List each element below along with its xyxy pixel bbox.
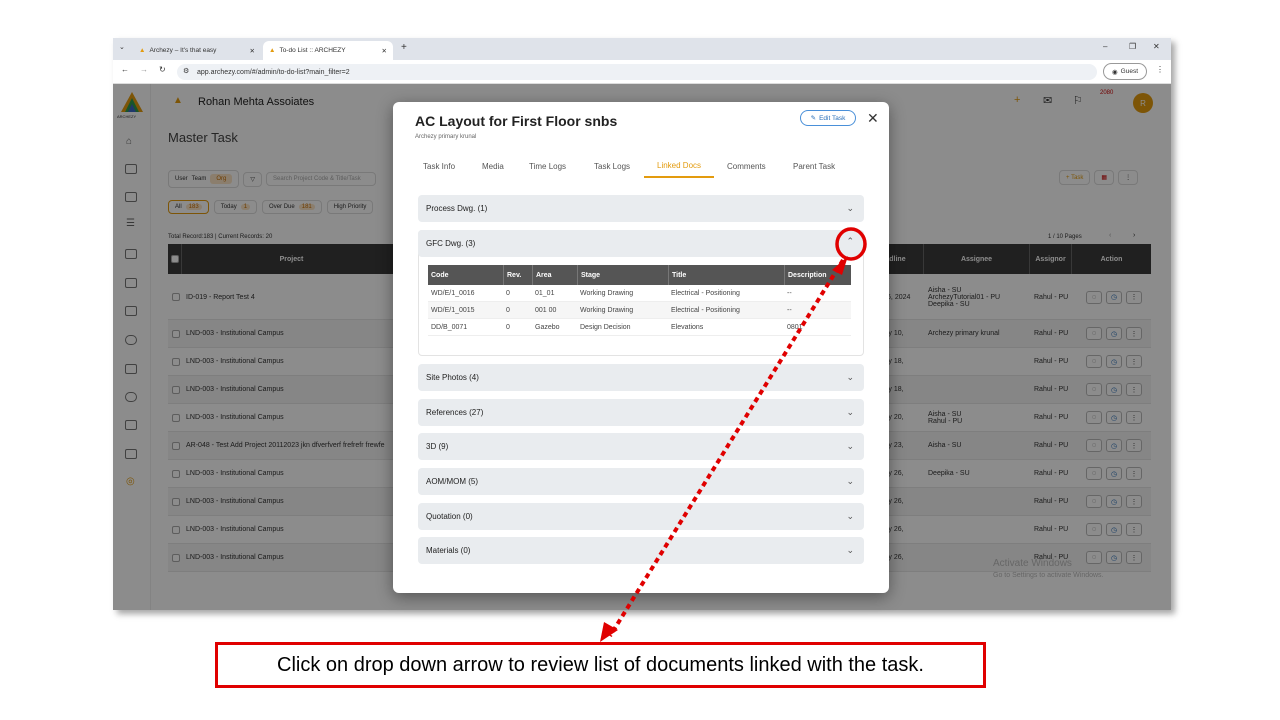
- instruction-callout: Click on drop down arrow to review list …: [215, 642, 986, 688]
- annotation-layer: [600, 227, 867, 642]
- arrowhead-down-icon: [600, 622, 618, 642]
- highlight-circle: [835, 227, 867, 261]
- arrowhead-up-icon: [832, 256, 848, 275]
- dotted-arrow-line: [608, 258, 845, 638]
